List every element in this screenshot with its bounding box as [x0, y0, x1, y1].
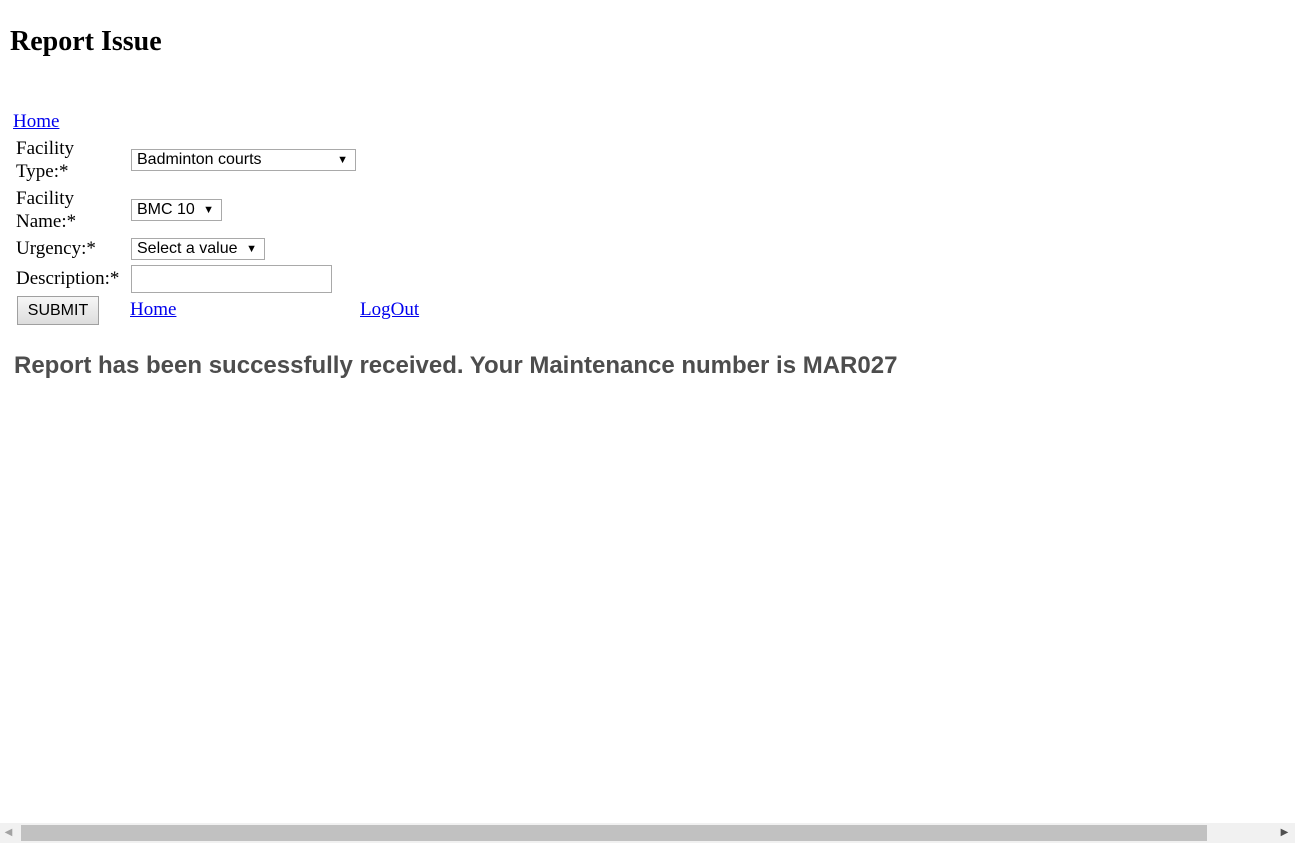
- facility-name-value: BMC 10: [137, 201, 195, 218]
- scroll-right-icon[interactable]: ▶: [1276, 823, 1293, 843]
- logout-link[interactable]: LogOut: [360, 299, 419, 321]
- horizontal-scrollbar[interactable]: ◀ ▶: [0, 823, 1295, 843]
- description-label: Description:*: [16, 268, 120, 289]
- facility-name-select[interactable]: BMC 10 ▼: [131, 199, 222, 221]
- facility-name-label-line2: Name:*: [16, 211, 77, 232]
- chevron-down-icon: ▼: [203, 204, 214, 216]
- facility-type-value: Badminton courts: [137, 151, 262, 168]
- description-input[interactable]: [131, 265, 332, 293]
- scrollbar-thumb[interactable]: [21, 825, 1207, 841]
- page: Report Issue Home Facility Type:* Badmin…: [0, 0, 1295, 843]
- home-link-top[interactable]: Home: [13, 111, 59, 133]
- urgency-label: Urgency:*: [16, 238, 96, 259]
- urgency-select[interactable]: Select a value ▼: [131, 238, 265, 260]
- urgency-value: Select a value: [137, 240, 238, 257]
- page-title: Report Issue: [10, 26, 162, 57]
- scroll-left-icon[interactable]: ◀: [0, 823, 17, 843]
- facility-name-label-line1: Facility: [16, 188, 75, 209]
- success-message: Report has been successfully received. Y…: [14, 352, 898, 379]
- chevron-down-icon: ▼: [337, 154, 348, 166]
- facility-type-select[interactable]: Badminton courts ▼: [131, 149, 356, 171]
- facility-type-label-line2: Type:*: [16, 161, 69, 182]
- facility-type-label: Facility Type:*: [16, 137, 74, 183]
- facility-type-label-line1: Facility: [16, 138, 75, 159]
- facility-name-label: Facility Name:*: [16, 187, 76, 233]
- submit-button[interactable]: SUBMIT: [17, 296, 99, 325]
- chevron-down-icon: ▼: [246, 243, 257, 255]
- home-link-bottom[interactable]: Home: [130, 299, 176, 321]
